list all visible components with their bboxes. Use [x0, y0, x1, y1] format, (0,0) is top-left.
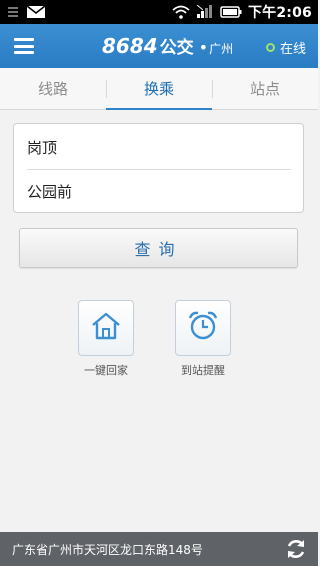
- menu-icon[interactable]: [14, 38, 34, 54]
- home-icon: [89, 309, 123, 347]
- refresh-icon[interactable]: [284, 537, 308, 561]
- online-label: 在线: [279, 42, 306, 57]
- online-dot-icon: [265, 43, 275, 52]
- notification-icon: [6, 5, 20, 19]
- route-card: 岗顶 公园前: [13, 123, 304, 213]
- end-station-input[interactable]: 公园前: [27, 169, 292, 213]
- tab-transfer[interactable]: 换乘: [106, 68, 212, 110]
- tab-bar: 线路 换乘 站点: [0, 68, 318, 110]
- arrival-reminder-button[interactable]: 到站提醒: [167, 300, 239, 378]
- brand-dot: •: [198, 38, 209, 57]
- go-home-label: 一键回家: [84, 364, 128, 377]
- status-right: 下午2:06: [172, 2, 312, 22]
- signal-icon: [196, 5, 214, 19]
- mail-icon: [26, 5, 46, 19]
- query-button[interactable]: 查询: [19, 228, 298, 268]
- tab-lines[interactable]: 线路: [0, 68, 106, 109]
- status-time: 下午2:06: [247, 5, 312, 21]
- go-home-tile[interactable]: [78, 300, 134, 356]
- start-station-input[interactable]: 岗顶: [27, 125, 292, 169]
- status-left: [6, 5, 46, 19]
- battery-icon: [220, 6, 242, 18]
- app-header: 8684 公交 • 广州 在线: [0, 24, 318, 68]
- arrival-reminder-tile[interactable]: [175, 300, 231, 356]
- brand-name: 公交: [159, 38, 194, 58]
- go-home-button[interactable]: 一键回家: [70, 300, 142, 378]
- tab-stations[interactable]: 站点: [212, 68, 318, 109]
- location-bar: 广东省广州市天河区龙口东路148号: [0, 532, 318, 566]
- wifi-icon: [172, 5, 190, 19]
- current-location-text: 广东省广州市天河区龙口东路148号: [12, 542, 203, 557]
- app-brand: 8684 公交 • 广州: [102, 33, 233, 59]
- online-status: 在线: [265, 38, 306, 57]
- arrival-reminder-label: 到站提醒: [181, 364, 225, 377]
- brand-number: 8684: [102, 34, 158, 58]
- alarm-clock-icon: [186, 309, 220, 347]
- city-selector[interactable]: 广州: [209, 40, 233, 57]
- status-bar: 下午2:06: [0, 0, 318, 24]
